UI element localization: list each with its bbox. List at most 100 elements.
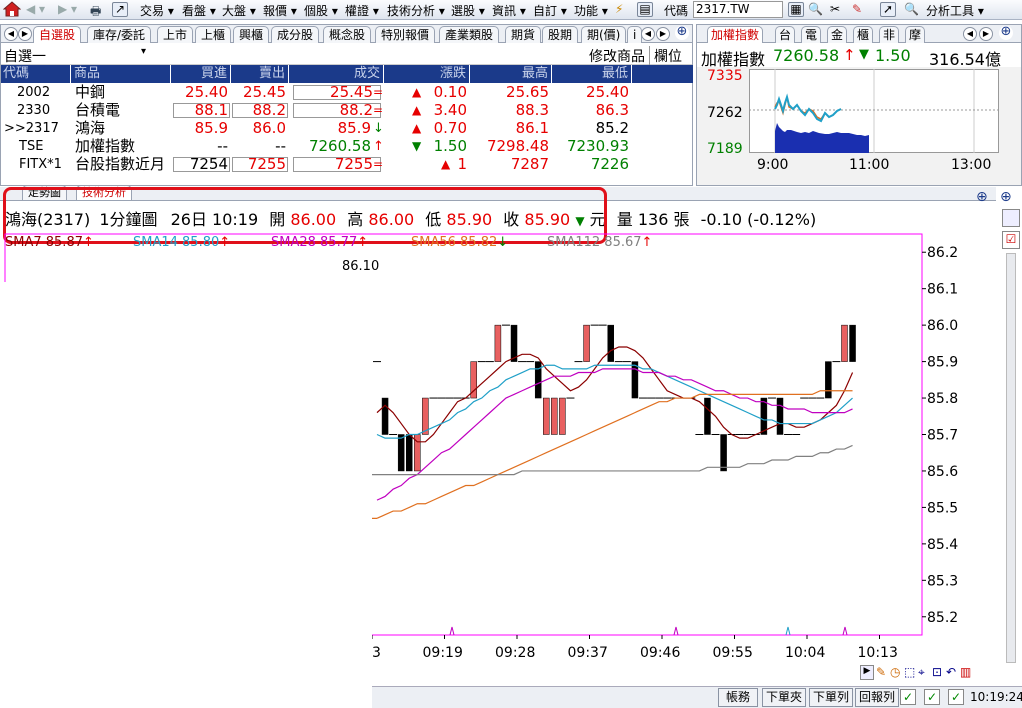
row-ask: 88.2: [252, 101, 286, 119]
tab-stock-futures[interactable]: 股期: [542, 26, 579, 43]
row-high: 86.1: [515, 119, 549, 137]
menu-function[interactable]: 功能 ▾: [574, 2, 608, 19]
col-code[interactable]: 代碼: [1, 65, 71, 83]
status-time: 10:19:24: [970, 690, 1022, 704]
tab-non-finance[interactable]: 非: [879, 26, 900, 43]
tab-concept[interactable]: 概念股: [323, 26, 372, 43]
table-row[interactable]: TSE 加權指數 -- -- 7260.58 ↑ ▼ 1.50 7298.48 …: [1, 138, 693, 156]
index-next-icon[interactable]: ▶: [979, 27, 993, 41]
tab-emerging[interactable]: 興櫃: [233, 26, 270, 43]
tab-listed[interactable]: 上市: [157, 26, 194, 43]
code-input[interactable]: 2317.TW: [693, 1, 783, 18]
chart-icon[interactable]: ▦: [788, 2, 804, 17]
search-icon[interactable]: 🔍: [808, 2, 823, 16]
tab-taiex[interactable]: 加權指數: [707, 26, 764, 43]
row-ask: --: [275, 137, 286, 155]
status-check-icon[interactable]: ✓: [924, 689, 940, 705]
menu-quote[interactable]: 報價 ▾: [263, 2, 297, 19]
home-icon[interactable]: [2, 1, 22, 20]
tab-prev2-icon[interactable]: ◀: [641, 27, 655, 41]
tab-otc-index[interactable]: 櫃: [853, 26, 874, 43]
account-button[interactable]: 帳務: [718, 688, 758, 707]
back-icon[interactable]: ◀ ▾: [26, 2, 45, 16]
select-tool-icon[interactable]: ⬚: [904, 665, 915, 679]
forward-icon[interactable]: ▶ ▾: [58, 2, 77, 16]
menu-screening[interactable]: 選股 ▾: [451, 2, 485, 19]
menu-technical[interactable]: 技術分析 ▾: [387, 2, 445, 19]
scroll-left-icon[interactable]: ▶: [860, 665, 874, 680]
menu-warrant[interactable]: 權證 ▾: [345, 2, 379, 19]
col-name[interactable]: 商品: [71, 65, 171, 83]
col-low[interactable]: 最低: [552, 65, 632, 83]
side-check-icon[interactable]: ☑: [1002, 231, 1020, 249]
tab-finance[interactable]: 金: [827, 26, 848, 43]
analysis-search-icon[interactable]: 🔍: [904, 2, 919, 16]
up-triangle-icon: ▲: [412, 103, 422, 117]
col-change[interactable]: 漲跌: [384, 65, 470, 83]
zoom-icon[interactable]: ⊕: [675, 25, 689, 40]
group-select[interactable]: 自選一: [4, 46, 46, 66]
menu-trade[interactable]: 交易 ▾: [140, 2, 174, 19]
tab-special-quote[interactable]: 特別報價: [375, 26, 436, 43]
tab-futures[interactable]: 期貨: [505, 26, 542, 43]
cursor-icon[interactable]: ➚: [880, 2, 896, 17]
tab-electronics[interactable]: 電: [801, 26, 822, 43]
tab-components[interactable]: 成分股: [271, 26, 320, 43]
row-high: 7298.48: [486, 137, 549, 155]
draw-tool-icon[interactable]: ✎: [876, 665, 886, 679]
table-row[interactable]: >>2317 鴻海 85.9 86.0 85.9 ↓ ▲ 0.70 86.1 8…: [1, 120, 693, 138]
table-row[interactable]: 2002 中鋼 25.40 25.45 25.45 = ▲ 0.10 25.65…: [1, 84, 693, 102]
row-bid: 85.9: [194, 119, 228, 137]
col-last[interactable]: 成交: [289, 65, 384, 83]
crosshair-icon[interactable]: ⌖: [918, 665, 925, 680]
tab-otc[interactable]: 上櫃: [195, 26, 232, 43]
status-check-icon[interactable]: ✓: [948, 689, 964, 705]
row-change: 1: [457, 155, 467, 173]
menu-stock[interactable]: 個股 ▾: [304, 2, 338, 19]
menu-custom[interactable]: 自訂 ▾: [533, 2, 567, 19]
col-bid[interactable]: 買進: [171, 65, 231, 83]
tab-industry[interactable]: 產業類股: [439, 26, 500, 43]
order-bar-button[interactable]: 下單列: [809, 688, 853, 707]
index-prev-icon[interactable]: ◀: [963, 27, 977, 41]
col-ask[interactable]: 賣出: [231, 65, 289, 83]
fit-icon[interactable]: ⊡: [932, 665, 942, 679]
timer-icon[interactable]: ◷: [890, 665, 900, 679]
side-panel-button[interactable]: [1002, 209, 1020, 227]
table-row[interactable]: 2330 台積電 88.1 88.2 88.2 = ▲ 3.40 88.3 86…: [1, 102, 693, 120]
status-check-icon[interactable]: ✓: [900, 689, 916, 705]
alert-icon[interactable]: ✎: [852, 2, 862, 16]
tools-icon[interactable]: ✂: [830, 2, 840, 16]
order-folder-button[interactable]: 下單夾: [762, 688, 806, 707]
side-scrollbar[interactable]: [1006, 253, 1016, 663]
menu-view[interactable]: 看盤 ▾: [182, 2, 216, 19]
index-y-label: 7262: [707, 105, 743, 121]
index-panel: 加權指數 台 電 金 櫃 非 摩 ◀ ▶ ⊕ 加權指數 7260.58 ↑ ▼ …: [696, 24, 1022, 186]
tab-inventory[interactable]: 庫存/委託: [87, 26, 152, 43]
undo-icon[interactable]: ↶: [946, 665, 956, 679]
lightning-icon[interactable]: ⚡: [615, 2, 623, 16]
tab-next2-icon[interactable]: ▶: [656, 27, 670, 41]
menu-market[interactable]: 大盤 ▾: [222, 2, 256, 19]
tab-twse[interactable]: 台: [775, 26, 796, 43]
note-icon[interactable]: ▤: [637, 2, 653, 17]
bar-chart-icon[interactable]: ▥: [960, 665, 971, 679]
col-high[interactable]: 最高: [470, 65, 552, 83]
menu-info[interactable]: 資訊 ▾: [492, 2, 526, 19]
print-icon[interactable]: 🖶: [90, 2, 101, 23]
tab-next-icon[interactable]: ▶: [18, 27, 32, 41]
edit-items-button[interactable]: 修改商品: [589, 46, 645, 66]
popup-icon[interactable]: ↗: [112, 2, 128, 17]
index-zoom-icon[interactable]: ⊕: [999, 25, 1013, 40]
menu-analysis-tools[interactable]: 分析工具 ▾: [926, 2, 984, 19]
tab-watchlist[interactable]: 自選股: [33, 26, 82, 43]
group-dropdown-icon[interactable]: ▾: [141, 46, 146, 57]
table-row[interactable]: FITX*1 台股指數近月 7254 7255 7255 = ▲ 1 7287 …: [1, 156, 693, 174]
report-bar-button[interactable]: 回報列: [855, 688, 899, 707]
columns-button[interactable]: 欄位: [649, 46, 682, 66]
tab-msci[interactable]: 摩: [905, 26, 926, 43]
tab-options[interactable]: 期(價): [581, 26, 627, 43]
tab-prev-icon[interactable]: ◀: [4, 27, 18, 41]
volume-spike: [842, 626, 848, 636]
side-zoom-icon[interactable]: ⊕: [1000, 189, 1012, 205]
